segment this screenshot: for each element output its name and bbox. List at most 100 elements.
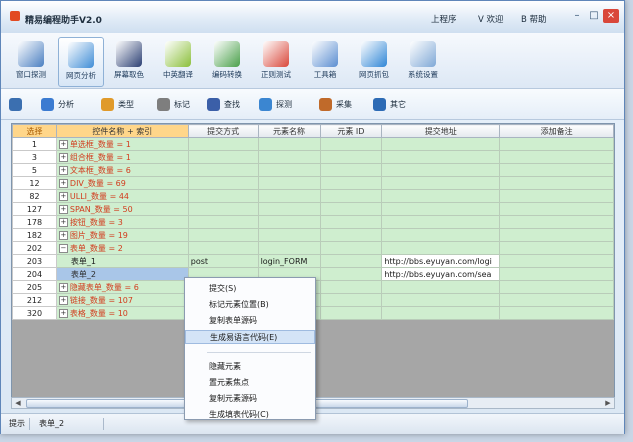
- settings-icon: [410, 41, 436, 67]
- toolbar-button-encode-convert[interactable]: 编码转换: [205, 37, 249, 85]
- table-row[interactable]: 82 + ULLI_数量 = 44: [12, 189, 614, 203]
- maximize-button[interactable]: □: [586, 9, 602, 23]
- expand-toggle-icon[interactable]: +: [58, 139, 68, 149]
- encode-convert-icon: [214, 41, 240, 67]
- expand-toggle-icon[interactable]: +: [58, 308, 68, 318]
- row-index: 212: [12, 293, 57, 307]
- scroll-right-icon[interactable]: ▶: [602, 398, 614, 408]
- column-header[interactable]: 提交地址: [381, 124, 501, 138]
- expand-toggle-icon[interactable]: +: [58, 152, 68, 162]
- table-cell: [499, 293, 614, 307]
- expand-toggle-icon[interactable]: +: [58, 178, 68, 188]
- subtool-collect[interactable]: 采集: [319, 97, 352, 113]
- context-menu-item[interactable]: 置元素焦点: [185, 376, 315, 390]
- subtool-mark[interactable]: 标记: [157, 97, 190, 113]
- context-menu-item[interactable]: 生成易语言代码(E): [185, 330, 315, 344]
- table-cell: [187, 202, 259, 216]
- table-cell: [319, 241, 383, 255]
- toolbar-label: 编码转换: [212, 70, 242, 79]
- context-menu-item[interactable]: 标记元素位置(B): [185, 298, 315, 312]
- menu-program[interactable]: 上程序: [431, 13, 457, 25]
- expand-toggle-icon[interactable]: +: [58, 217, 68, 227]
- expand-toggle-icon[interactable]: +: [58, 230, 68, 240]
- row-index: 178: [12, 215, 57, 229]
- table-cell: [187, 189, 259, 203]
- table-row[interactable]: 12 + DIV_数量 = 69: [12, 176, 614, 190]
- subtool-detect[interactable]: 探测: [259, 97, 292, 113]
- subtool-type[interactable]: 类型: [101, 97, 134, 113]
- toolbar-label: 正则测试: [261, 70, 291, 79]
- sub-toolbar: 分析 类型 标记 查找 探测 采集 其它: [1, 89, 624, 120]
- expand-toggle-icon[interactable]: +: [58, 165, 68, 175]
- table-cell: [257, 228, 321, 242]
- subtool-magnifier[interactable]: 分析: [41, 97, 74, 113]
- table-row[interactable]: 127 + SPAN_数量 = 50: [12, 202, 614, 216]
- toolbar-button-web-analysis[interactable]: 网页分析: [58, 37, 104, 87]
- toolbar-button-translate[interactable]: 中英翻译: [156, 37, 200, 85]
- app-logo-icon: [10, 11, 20, 21]
- row-index: 127: [12, 202, 57, 216]
- row-index: 205: [12, 280, 57, 294]
- table-row[interactable]: 5 + 文本框_数量 = 6: [12, 163, 614, 177]
- subtool-other[interactable]: 其它: [373, 97, 406, 113]
- column-header[interactable]: 添加备注: [499, 124, 614, 138]
- column-header[interactable]: 控件名称 + 索引: [55, 124, 189, 138]
- table-row[interactable]: 203 表单_1 post login_FORM http://bbs.eyuyan.c…: [12, 254, 614, 268]
- context-menu-item[interactable]: 隐藏元素: [185, 360, 315, 374]
- table-row[interactable]: 182 + 图片_数量 = 19: [12, 228, 614, 242]
- table-cell: [319, 163, 383, 177]
- table-row[interactable]: 1 + 单选框_数量 = 1: [12, 137, 614, 151]
- menu-welcome[interactable]: V 欢迎: [478, 13, 504, 25]
- crosshair-icon: [9, 98, 22, 111]
- subtool-label: 探测: [276, 100, 292, 109]
- expand-toggle-icon[interactable]: +: [58, 191, 68, 201]
- column-header[interactable]: 元素 ID: [319, 124, 383, 138]
- table-cell: [319, 293, 383, 307]
- table-cell: [319, 137, 383, 151]
- toolbar-button-settings[interactable]: 系统设置: [401, 37, 445, 85]
- menu-help[interactable]: B 帮助: [521, 13, 547, 25]
- subtool-find[interactable]: 查找: [207, 97, 240, 113]
- table-cell: [257, 241, 321, 255]
- minimize-button[interactable]: –: [569, 9, 585, 23]
- table-row[interactable]: 3 + 组合框_数量 = 1: [12, 150, 614, 164]
- expand-toggle-icon[interactable]: +: [58, 295, 68, 305]
- title-bar: 精易编程助手V2.0 上程序 V 欢迎 B 帮助 – □ ×: [1, 1, 624, 33]
- detect-icon: [259, 98, 272, 111]
- table-cell: [257, 202, 321, 216]
- window-title: 精易编程助手V2.0: [25, 16, 102, 26]
- table-cell: [499, 280, 614, 294]
- close-button[interactable]: ×: [603, 9, 619, 23]
- expand-toggle-icon[interactable]: +: [58, 204, 68, 214]
- column-header[interactable]: 提交方式: [187, 124, 259, 138]
- context-menu-item[interactable]: 复制元素源码: [185, 392, 315, 406]
- other-icon: [373, 98, 386, 111]
- context-menu-item[interactable]: 生成填表代码(C): [185, 408, 315, 422]
- color-picker-icon: [116, 41, 142, 67]
- row-index: 82: [12, 189, 57, 203]
- expand-toggle-icon[interactable]: +: [58, 282, 68, 292]
- toolbar-button-capture[interactable]: 网页抓包: [352, 37, 396, 85]
- row-index: 204: [12, 267, 57, 281]
- table-cell: [257, 215, 321, 229]
- table-row[interactable]: 202− 表单_数量 = 2: [12, 241, 614, 255]
- table-cell: [499, 176, 614, 190]
- table-row[interactable]: 178 + 按钮_数量 = 3: [12, 215, 614, 229]
- column-header[interactable]: 选择: [12, 124, 57, 138]
- context-menu-item[interactable]: 复制表单源码: [185, 314, 315, 328]
- column-header[interactable]: 元素名称: [257, 124, 321, 138]
- toolbar-button-color-picker[interactable]: 屏幕取色: [107, 37, 151, 85]
- control-name-cell: + ULLI_数量 = 44: [55, 189, 189, 203]
- row-index: 182: [12, 228, 57, 242]
- expand-toggle-icon[interactable]: −: [58, 243, 68, 253]
- context-menu-item[interactable]: 提交(S): [185, 282, 315, 296]
- control-name-cell: − 表单_数量 = 2: [55, 241, 189, 255]
- toolbar-button-regex-test[interactable]: 正则测试: [254, 37, 298, 85]
- scroll-left-icon[interactable]: ◀: [12, 398, 24, 408]
- table-cell: [499, 267, 614, 281]
- table-cell: [319, 150, 383, 164]
- control-name-cell: + 文本框_数量 = 6: [55, 163, 189, 177]
- subtool-crosshair[interactable]: [9, 97, 26, 113]
- toolbar-button-toolbox[interactable]: 工具箱: [303, 37, 347, 85]
- toolbar-button-window-probe[interactable]: 窗口探测: [9, 37, 53, 85]
